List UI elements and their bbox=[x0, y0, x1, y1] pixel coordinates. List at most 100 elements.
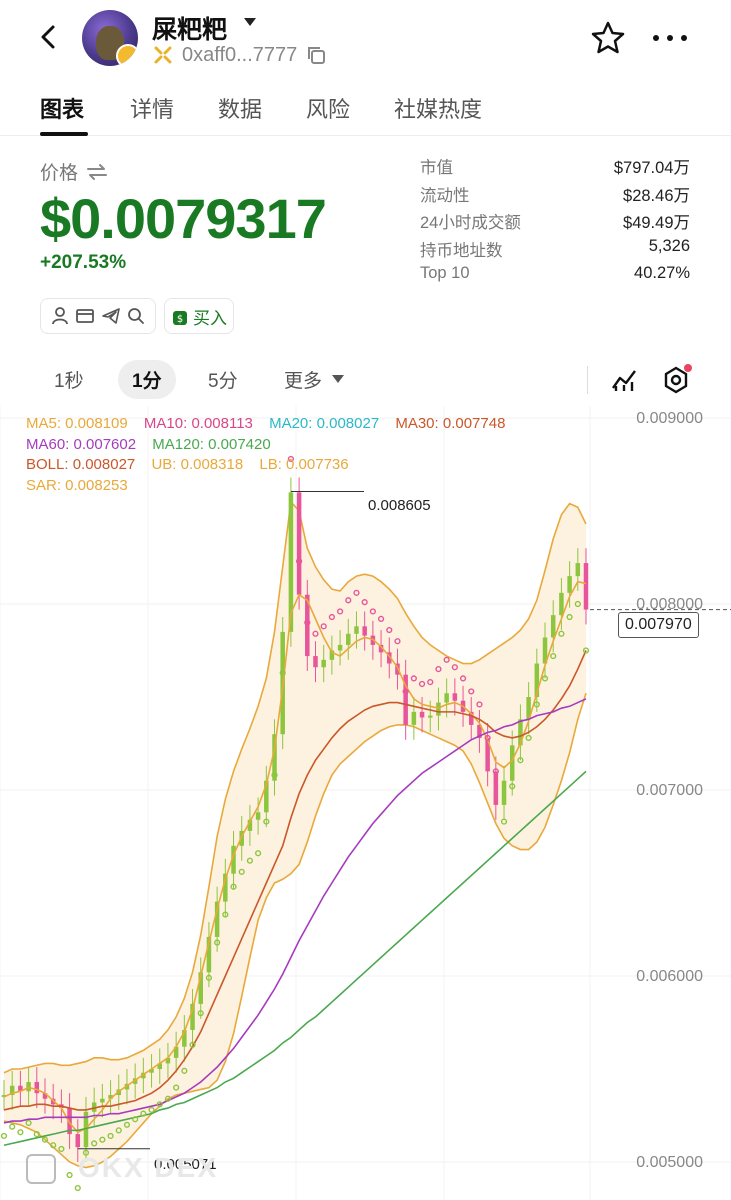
chevron-down-icon[interactable] bbox=[332, 375, 344, 383]
interval-more[interactable]: 更多 bbox=[284, 366, 322, 393]
settings-hex-icon[interactable] bbox=[660, 364, 692, 396]
token-stats: 市值 $797.04万 流动性 $28.46万 24小时成交额 $49.49万 持币地… bbox=[420, 154, 690, 292]
sar-dot bbox=[9, 1123, 16, 1130]
active-tab-indicator bbox=[40, 132, 88, 136]
stat-row: 流动性 $28.46万 bbox=[420, 186, 690, 205]
candle-body bbox=[583, 563, 589, 610]
back-arrow-icon[interactable] bbox=[34, 22, 64, 52]
candle-body bbox=[411, 711, 417, 725]
sar-dot bbox=[17, 1129, 24, 1136]
bnb-logo-icon bbox=[154, 46, 172, 64]
stat-row: 市值 $797.04万 bbox=[420, 159, 690, 177]
candle-body bbox=[493, 771, 499, 805]
candle-body bbox=[509, 745, 515, 781]
tab-risk[interactable]: 风险 bbox=[306, 92, 350, 124]
token-name[interactable]: 屎粑粑 bbox=[152, 10, 227, 46]
candle-body bbox=[436, 702, 441, 716]
svg-text:$: $ bbox=[177, 314, 183, 325]
candle-body bbox=[26, 1082, 31, 1092]
candle-body bbox=[75, 1134, 81, 1148]
star-icon[interactable] bbox=[590, 20, 626, 56]
high-price-label: 0.008605 bbox=[368, 497, 431, 514]
stat-row: 24小时成交额 $49.49万 bbox=[420, 214, 690, 232]
token-avatar bbox=[82, 10, 138, 66]
money-bag-icon: $ bbox=[173, 311, 187, 325]
price-value: $0.0079317 bbox=[40, 187, 327, 250]
candle-body bbox=[255, 812, 261, 820]
candle-body bbox=[444, 693, 449, 703]
candle-body bbox=[550, 615, 556, 638]
social-links bbox=[40, 298, 156, 334]
candle-body bbox=[501, 780, 507, 805]
candle-body bbox=[313, 656, 318, 668]
price-label: 价格 bbox=[40, 163, 79, 184]
tab-data[interactable]: 数据 bbox=[218, 92, 262, 124]
tab-bar: 图表 详情 数据 风险 社媒热度 bbox=[0, 80, 731, 136]
legend-ma5: MA5: 0.008109 bbox=[26, 415, 128, 432]
legend-ma30: MA30: 0.007748 bbox=[395, 415, 506, 432]
swap-icon[interactable] bbox=[86, 163, 108, 181]
indicator-icon[interactable] bbox=[610, 366, 638, 394]
interval-5m[interactable]: 5分 bbox=[208, 366, 238, 393]
indicator-legend: MA5: 0.008109 MA10: 0.008113 MA20: 0.008… bbox=[26, 414, 586, 496]
candle-body bbox=[346, 633, 351, 645]
candle-body bbox=[362, 626, 367, 636]
buy-button[interactable]: $ 买入 bbox=[164, 298, 234, 334]
chart-canvas[interactable] bbox=[0, 406, 731, 1200]
candle-body bbox=[559, 592, 564, 616]
candle-body bbox=[452, 693, 458, 701]
legend-ub: UB: 0.008318 bbox=[151, 456, 244, 473]
interval-1m[interactable]: 1分 bbox=[118, 360, 176, 399]
legend-sar: SAR: 0.008253 bbox=[26, 476, 128, 494]
candle-body bbox=[419, 711, 425, 718]
candle-body bbox=[354, 626, 359, 634]
legend-ma60: MA60: 0.007602 bbox=[26, 435, 137, 453]
browser-icon[interactable] bbox=[75, 306, 95, 326]
bollinger-band-fill bbox=[4, 501, 586, 1168]
search-icon[interactable] bbox=[126, 306, 146, 326]
sar-dot bbox=[74, 1184, 81, 1192]
y-tick-label: 0.005000 bbox=[636, 1154, 703, 1171]
more-icon[interactable] bbox=[652, 34, 688, 42]
candle-body bbox=[296, 492, 302, 595]
price-change: +207.53% bbox=[40, 252, 127, 273]
bnb-chain-badge-icon bbox=[116, 44, 138, 66]
fullscreen-icon[interactable] bbox=[26, 1154, 56, 1184]
legend-ma20: MA20: 0.008027 bbox=[269, 415, 380, 432]
interval-bar: 1秒 1分 5分 更多 bbox=[0, 358, 731, 404]
stat-row: Top 10 40.27% bbox=[420, 264, 690, 282]
legend-ma10: MA10: 0.008113 bbox=[143, 415, 253, 432]
candle-body bbox=[427, 715, 433, 718]
legend-boll: BOLL: 0.008027 bbox=[26, 456, 136, 473]
user-icon[interactable] bbox=[50, 306, 70, 326]
address-row: 0xaff0...7777 bbox=[152, 42, 327, 68]
tab-social-heat[interactable]: 社媒热度 bbox=[394, 92, 482, 124]
legend-lb: LB: 0.007736 bbox=[259, 456, 349, 473]
candle-body bbox=[337, 644, 343, 651]
candle-body bbox=[575, 563, 581, 577]
tab-chart[interactable]: 图表 bbox=[40, 92, 84, 124]
tab-details[interactable]: 详情 bbox=[130, 92, 174, 124]
price-label-row: 价格 bbox=[40, 158, 108, 185]
y-tick-label: 0.006000 bbox=[636, 968, 703, 985]
copy-icon[interactable] bbox=[305, 44, 327, 66]
candle-body bbox=[100, 1098, 105, 1103]
chevron-down-icon[interactable] bbox=[244, 18, 256, 26]
candle-body bbox=[34, 1082, 40, 1094]
candle-body bbox=[321, 659, 326, 668]
top-bar: 屎粑粑 0xaff0...7777 bbox=[0, 0, 731, 80]
candle-body bbox=[567, 576, 572, 593]
okx-dex-watermark: OKX DEX bbox=[78, 1152, 219, 1183]
sar-dot bbox=[66, 1171, 73, 1179]
y-tick-label: 0.009000 bbox=[636, 410, 703, 427]
stat-row: 持币地址数 5,326 bbox=[420, 236, 690, 260]
interval-1s[interactable]: 1秒 bbox=[54, 366, 84, 393]
divider bbox=[587, 366, 588, 394]
telegram-icon[interactable] bbox=[101, 306, 121, 326]
sar-dot bbox=[0, 1132, 8, 1140]
buy-label: 买入 bbox=[193, 308, 227, 328]
y-tick-label: 0.007000 bbox=[636, 782, 703, 799]
contract-address: 0xaff0...7777 bbox=[182, 43, 298, 66]
legend-ma120: MA120: 0.007420 bbox=[152, 435, 271, 453]
price-chart[interactable]: MA5: 0.008109 MA10: 0.008113 MA20: 0.008… bbox=[0, 406, 731, 1200]
